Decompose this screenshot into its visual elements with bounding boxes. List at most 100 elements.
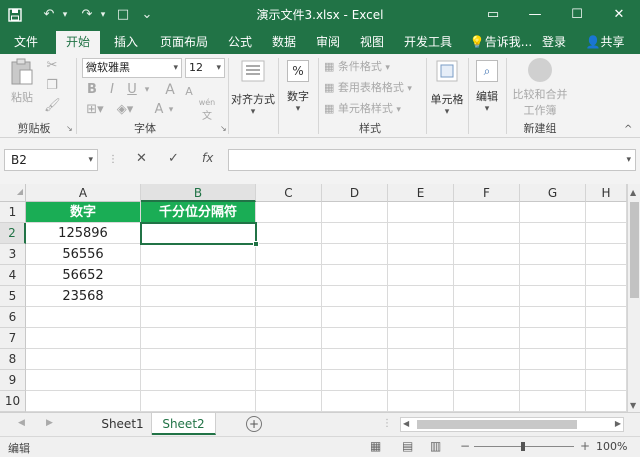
grid-cell[interactable]	[256, 286, 322, 307]
cell-b1[interactable]: 千分位分隔符	[141, 202, 256, 223]
grid-cell[interactable]	[141, 265, 256, 286]
horizontal-scrollbar[interactable]: ◀ ▶	[400, 417, 624, 432]
tell-me-box[interactable]: 💡告诉我...	[466, 31, 536, 54]
grid-cell[interactable]	[586, 307, 627, 328]
row-header-6[interactable]: 6	[0, 307, 26, 328]
scroll-down-icon[interactable]: ▼	[630, 401, 636, 410]
chevron-down-icon[interactable]: ▾	[216, 59, 221, 77]
cell-a2[interactable]: 125896	[26, 223, 141, 244]
grid-cell[interactable]	[388, 307, 454, 328]
grid-cell[interactable]	[141, 349, 256, 370]
grid-cell[interactable]	[454, 307, 520, 328]
grid-cell[interactable]	[141, 370, 256, 391]
row-header-5[interactable]: 5	[0, 286, 26, 307]
number-format-button[interactable]: % 数字 ▾	[282, 58, 314, 118]
grid-cell[interactable]	[388, 328, 454, 349]
grid-cell[interactable]	[256, 370, 322, 391]
grid-cell[interactable]	[454, 286, 520, 307]
grid-cell[interactable]	[388, 223, 454, 244]
font-grow-button[interactable]: A	[162, 82, 178, 98]
grid-cell[interactable]	[586, 286, 627, 307]
chevron-down-icon[interactable]: ▾	[88, 150, 93, 170]
grid-cell[interactable]	[322, 286, 388, 307]
sheet-tab-sheet2[interactable]: Sheet2	[152, 413, 216, 435]
grid-cell[interactable]	[586, 370, 627, 391]
grid-cell[interactable]	[388, 265, 454, 286]
row-header-4[interactable]: 4	[0, 265, 26, 286]
grid-cell[interactable]	[586, 328, 627, 349]
row-header-10[interactable]: 10	[0, 391, 26, 412]
maximize-icon[interactable]: ☐	[562, 0, 592, 31]
grid-cell[interactable]	[454, 265, 520, 286]
grid-cell[interactable]	[256, 265, 322, 286]
grid-cell[interactable]	[322, 307, 388, 328]
grid-cell[interactable]	[388, 286, 454, 307]
grid-cell[interactable]	[26, 307, 141, 328]
undo-dropdown-icon[interactable]: ▾	[60, 5, 70, 25]
zoom-level[interactable]: 100%	[596, 440, 627, 453]
grid-cell[interactable]	[141, 391, 256, 412]
border-icon[interactable]: ⊞▾	[84, 102, 106, 118]
grid-cell[interactable]	[520, 307, 586, 328]
grid-cell[interactable]	[520, 265, 586, 286]
grid-cell[interactable]	[256, 349, 322, 370]
collapse-ribbon-icon[interactable]: ^	[624, 124, 632, 135]
grid-cell[interactable]	[141, 328, 256, 349]
redo-icon[interactable]: ↷	[76, 5, 98, 25]
italic-button[interactable]: I	[104, 82, 120, 98]
fill-color-icon[interactable]: ◈▾	[114, 102, 136, 118]
cells-button[interactable]: 单元格 ▾	[428, 58, 466, 118]
zoom-out-button[interactable]: −	[460, 439, 470, 453]
grid-cell[interactable]	[322, 244, 388, 265]
grid-cell[interactable]	[256, 202, 322, 223]
scroll-thumb[interactable]	[417, 420, 577, 429]
conditional-format-button[interactable]: ▦ 条件格式 ▾	[324, 58, 424, 74]
row-header-2[interactable]: 2	[0, 223, 26, 244]
zoom-in-button[interactable]: +	[580, 439, 590, 453]
grid-cell[interactable]	[586, 202, 627, 223]
grid-cell[interactable]	[141, 244, 256, 265]
login-link[interactable]: 登录	[538, 31, 570, 54]
grid-cell[interactable]	[520, 370, 586, 391]
font-color-button[interactable]: A	[152, 102, 166, 118]
row-header-3[interactable]: 3	[0, 244, 26, 265]
cell-a1[interactable]: 数字	[26, 202, 141, 223]
vertical-scrollbar[interactable]: ▲ ▼	[627, 184, 640, 412]
cancel-icon[interactable]: ✕	[136, 151, 150, 166]
zoom-slider[interactable]	[474, 442, 574, 451]
grid-cell[interactable]	[256, 391, 322, 412]
cut-icon[interactable]: ✂	[44, 58, 60, 74]
scroll-right-icon[interactable]: ▶	[615, 419, 621, 428]
grid-cell[interactable]	[454, 391, 520, 412]
grid-cell[interactable]	[454, 202, 520, 223]
column-header-e[interactable]: E	[388, 184, 454, 202]
close-icon[interactable]: ✕	[604, 0, 634, 31]
grid-cell[interactable]	[256, 244, 322, 265]
grid-cell[interactable]	[256, 307, 322, 328]
tab-data[interactable]: 数据	[266, 31, 302, 54]
cell-a5[interactable]: 23568	[26, 286, 141, 307]
grid-cell[interactable]	[26, 328, 141, 349]
grid-cell[interactable]	[520, 202, 586, 223]
column-header-b[interactable]: B	[141, 184, 256, 202]
grid-cell[interactable]	[520, 244, 586, 265]
grid-cell[interactable]	[26, 370, 141, 391]
editing-button[interactable]: ⌕ 编辑 ▾	[470, 58, 504, 118]
tab-page-layout[interactable]: 页面布局	[154, 31, 214, 54]
minimize-icon[interactable]: —	[520, 0, 550, 31]
grid-cell[interactable]	[520, 286, 586, 307]
tab-view[interactable]: 视图	[354, 31, 390, 54]
format-painter-icon[interactable]: 🖌	[44, 98, 61, 114]
grid-cell[interactable]	[454, 349, 520, 370]
grid-cell[interactable]	[388, 349, 454, 370]
grid-cell[interactable]	[520, 223, 586, 244]
bold-button[interactable]: B	[84, 82, 100, 98]
cell-a3[interactable]: 56556	[26, 244, 141, 265]
page-layout-view-icon[interactable]: ▤	[402, 439, 413, 453]
tab-home[interactable]: 开始	[56, 31, 100, 54]
format-as-table-button[interactable]: ▦ 套用表格格式 ▾	[324, 79, 424, 95]
cell-a4[interactable]: 56652	[26, 265, 141, 286]
grid-cell[interactable]	[388, 202, 454, 223]
scroll-up-icon[interactable]: ▲	[630, 188, 636, 197]
scroll-left-icon[interactable]: ◀	[403, 419, 409, 428]
